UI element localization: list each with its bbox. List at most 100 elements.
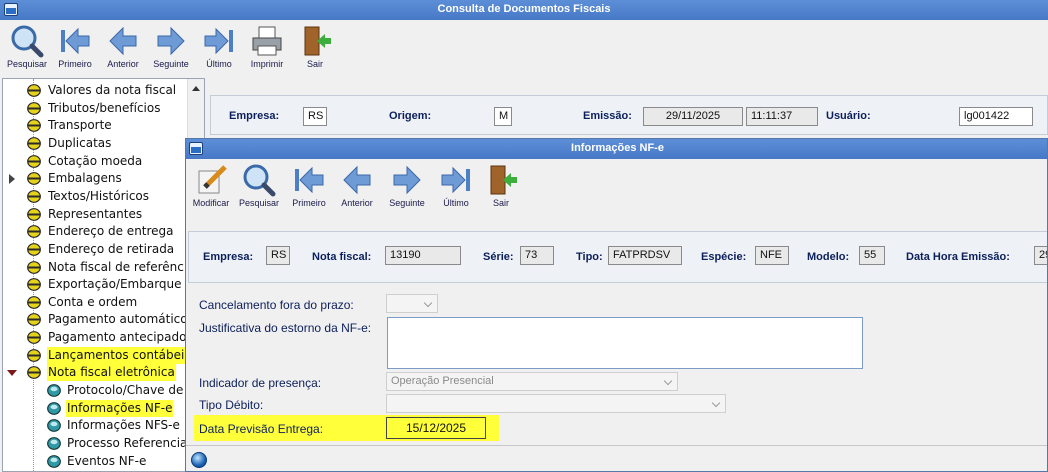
- status-orb-icon: [191, 452, 207, 468]
- tree-item-label: Lançamentos contábeis: [47, 346, 192, 364]
- first-button[interactable]: Primeiro: [50, 22, 100, 74]
- folder-node-icon: [27, 84, 41, 97]
- main-window-titlebar: Consulta de Documentos Fiscais: [0, 0, 1048, 20]
- exit-label: Sair: [306, 59, 323, 69]
- exit-button[interactable]: Sair: [290, 22, 340, 74]
- tree-item-label: Cotação moeda: [48, 153, 143, 168]
- tree-item[interactable]: Cotação moeda: [3, 153, 189, 170]
- tree-item[interactable]: Conta e ordem: [3, 294, 189, 311]
- first-arrow-icon: [295, 166, 324, 194]
- tree-item[interactable]: Embalagens: [3, 170, 189, 187]
- document-header-panel: Empresa: RS Origem: M Emissão: 29/11/202…: [210, 95, 1048, 135]
- search-button[interactable]: Pesquisar: [2, 22, 52, 74]
- folder-node-icon: [27, 119, 41, 133]
- window-title: Consulta de Documentos Fiscais: [437, 3, 611, 15]
- serie-field[interactable]: 73: [520, 246, 554, 265]
- indicador-presenca-select[interactable]: Operação Presencial: [386, 372, 678, 391]
- dialog-previous-button[interactable]: Anterior: [332, 161, 382, 213]
- modelo-field[interactable]: 55: [859, 246, 885, 265]
- exit-door-icon: [490, 165, 517, 195]
- tree-subitem[interactable]: Eventos NF-e: [3, 453, 189, 470]
- cancelamento-select[interactable]: [386, 294, 438, 313]
- data-hora-emissao-field[interactable]: 29: [1034, 246, 1047, 265]
- folder-node-icon: [27, 348, 41, 362]
- tree-item[interactable]: Nota fiscal de referência: [3, 259, 195, 276]
- next-arrow-icon: [393, 165, 421, 195]
- tipo-field[interactable]: FATPRDSV: [608, 246, 682, 265]
- tree-item[interactable]: Pagamento automático: [3, 311, 189, 328]
- previous-arrow-icon: [343, 165, 371, 195]
- justificativa-textarea[interactable]: [387, 317, 863, 369]
- dialog-title: Informações NF-e: [571, 142, 664, 154]
- tree-item-label: Endereço de retirada: [48, 241, 175, 256]
- navigation-tree[interactable]: Valores da nota fiscal Tributos/benefício…: [2, 78, 205, 472]
- dialog-last-label: Último: [443, 198, 469, 208]
- dlg-empresa-field[interactable]: RS: [266, 246, 290, 265]
- tree-item[interactable]: Representantes: [3, 206, 189, 223]
- origem-field[interactable]: M: [494, 107, 512, 126]
- especie-field[interactable]: NFE: [755, 246, 789, 265]
- tree-subitem-label: Eventos NF-e: [67, 453, 147, 468]
- tree-item-label: Duplicatas: [48, 135, 112, 150]
- nfe-info-dialog: Informações NF-e Modificar Pesquisar Pri…: [185, 138, 1048, 472]
- modify-button[interactable]: Modificar: [186, 161, 236, 213]
- document-node-icon: [47, 384, 61, 397]
- dialog-search-button[interactable]: Pesquisar: [234, 161, 284, 213]
- expand-arrow-icon[interactable]: [9, 174, 15, 185]
- last-button[interactable]: Último: [194, 22, 244, 74]
- tree-item[interactable]: Lançamentos contábeis: [3, 346, 192, 364]
- tree-item[interactable]: Duplicatas: [3, 135, 189, 152]
- emissao-date-field[interactable]: 29/11/2025: [643, 107, 743, 126]
- chevron-down-icon: [711, 398, 721, 408]
- search-label: Pesquisar: [6, 59, 48, 69]
- data-previsao-field[interactable]: 15/12/2025: [386, 417, 486, 439]
- tree-item[interactable]: Textos/Históricos: [3, 188, 189, 205]
- tree-item-label: Valores da nota fiscal: [48, 83, 177, 97]
- collapse-arrow-icon[interactable]: [7, 370, 17, 377]
- empresa-field[interactable]: RS: [303, 107, 327, 126]
- folder-node-icon: [27, 331, 41, 344]
- main-toolbar: Pesquisar Primeiro Anterior Seguinte Últ…: [0, 20, 1048, 76]
- scroll-up-icon[interactable]: [192, 86, 200, 91]
- tree-item[interactable]: Transporte: [3, 117, 189, 134]
- emissao-time-field[interactable]: 11:11:37: [746, 107, 818, 126]
- next-button[interactable]: Seguinte: [146, 22, 196, 74]
- tree-item[interactable]: Nota fiscal eletrônica: [3, 364, 189, 382]
- dialog-toolbar: Modificar Pesquisar Primeiro Anterior Se…: [186, 159, 1047, 221]
- tree-item[interactable]: Valores da nota fiscal: [3, 82, 189, 99]
- tipo-debito-select[interactable]: [386, 394, 726, 413]
- last-label: Último: [206, 59, 232, 69]
- usuario-field[interactable]: lg001422: [959, 107, 1033, 126]
- folder-node-icon: [27, 313, 41, 327]
- folder-node-icon: [27, 242, 41, 256]
- tree-item[interactable]: Endereço de entrega: [3, 223, 189, 240]
- tree-item-label: Transporte: [48, 118, 112, 133]
- dialog-exit-button[interactable]: Sair: [476, 161, 526, 213]
- tree-subitem-label: Informações NF-e: [66, 399, 174, 417]
- tree-subitem-label: Processo Referenciado: [67, 436, 203, 450]
- tree-subitem[interactable]: Processo Referenciado: [3, 435, 202, 452]
- tree-item[interactable]: Exportação/Embarque: [3, 276, 189, 293]
- dialog-next-button[interactable]: Seguinte: [382, 161, 432, 213]
- last-arrow-icon: [441, 166, 470, 194]
- folder-node-icon: [27, 101, 41, 115]
- dialog-exit-label: Sair: [492, 198, 509, 208]
- dialog-titlebar: Informações NF-e: [186, 139, 1047, 159]
- previous-button[interactable]: Anterior: [98, 22, 148, 74]
- tree-subitem[interactable]: Informações NF-e: [3, 399, 189, 417]
- folder-node-icon: [27, 278, 41, 292]
- dialog-first-button[interactable]: Primeiro: [284, 161, 334, 213]
- tree-item-label: Pagamento antecipado: [48, 330, 187, 345]
- print-button[interactable]: Imprimir: [242, 22, 292, 74]
- dialog-last-button[interactable]: Último: [431, 161, 481, 213]
- tree-item[interactable]: Endereço de retirada: [3, 241, 189, 258]
- tree-item[interactable]: Tributos/benefícios: [3, 100, 189, 117]
- tree-subitem[interactable]: Informações NFS-e: [3, 417, 189, 434]
- tree-subitem[interactable]: Protocolo/Chave de ac: [3, 382, 201, 399]
- nota-fiscal-field[interactable]: 13190: [385, 246, 461, 265]
- tree-item[interactable]: Pagamento antecipado: [3, 329, 189, 346]
- folder-node-icon: [27, 189, 41, 203]
- tree-item-label: Nota fiscal eletrônica: [47, 364, 176, 382]
- modify-label: Modificar: [192, 198, 230, 208]
- previous-arrow-icon: [109, 26, 137, 56]
